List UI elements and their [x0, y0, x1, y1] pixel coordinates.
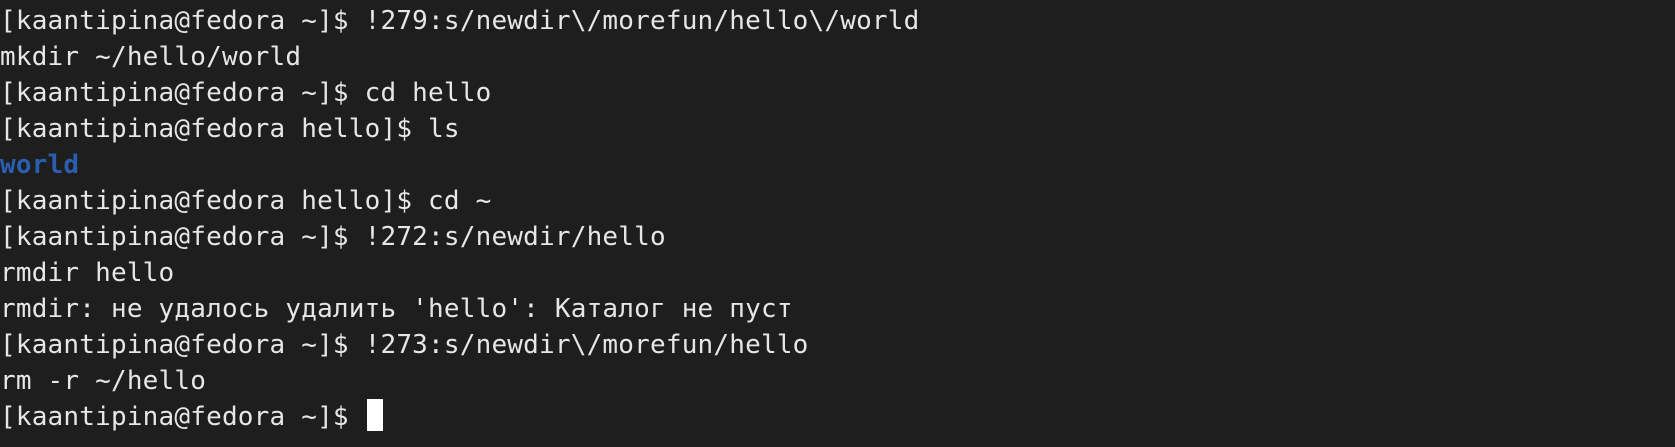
- text-cursor: [366, 399, 383, 431]
- prompt-text: [kaantipina@fedora ~]$: [0, 402, 365, 432]
- terminal-line: [kaantipina@fedora ~]$ !279:s/newdir\/mo…: [0, 3, 920, 39]
- line-text: [kaantipina@fedora ~]$ cd hello: [0, 78, 492, 108]
- terminal-output: [kaantipina@fedora ~]$ !279:s/newdir\/mo…: [0, 3, 920, 435]
- terminal-line: [kaantipina@fedora ~]$ !272:s/newdir/hel…: [0, 219, 920, 255]
- line-text: world: [0, 150, 80, 180]
- terminal-line: rmdir hello: [0, 255, 920, 291]
- terminal-line: mkdir ~/hello/world: [0, 39, 920, 75]
- terminal-window[interactable]: [kaantipina@fedora ~]$ !279:s/newdir\/mo…: [0, 0, 1675, 447]
- line-text: rmdir: не удалось удалить 'hello': Катал…: [0, 294, 793, 324]
- terminal-line: [kaantipina@fedora ~]$ !273:s/newdir\/mo…: [0, 327, 920, 363]
- terminal-line: rmdir: не удалось удалить 'hello': Катал…: [0, 291, 920, 327]
- terminal-line: [kaantipina@fedora hello]$ ls: [0, 111, 920, 147]
- line-text: rm -r ~/hello: [0, 366, 207, 396]
- line-text: [kaantipina@fedora ~]$ !273:s/newdir\/mo…: [0, 330, 809, 360]
- directory-listing-entry: world: [0, 147, 920, 183]
- terminal-line: [kaantipina@fedora ~]$ cd hello: [0, 75, 920, 111]
- line-text: [kaantipina@fedora hello]$ cd ~: [0, 186, 492, 216]
- line-text: rmdir hello: [0, 258, 175, 288]
- line-text: [kaantipina@fedora hello]$ ls: [0, 114, 460, 144]
- line-text: [kaantipina@fedora ~]$ !272:s/newdir/hel…: [0, 222, 666, 252]
- terminal-prompt-line[interactable]: [kaantipina@fedora ~]$: [0, 399, 920, 435]
- terminal-line: [kaantipina@fedora hello]$ cd ~: [0, 183, 920, 219]
- terminal-line: rm -r ~/hello: [0, 363, 920, 399]
- line-text: mkdir ~/hello/world: [0, 42, 302, 72]
- line-text: [kaantipina@fedora ~]$ !279:s/newdir\/mo…: [0, 6, 920, 36]
